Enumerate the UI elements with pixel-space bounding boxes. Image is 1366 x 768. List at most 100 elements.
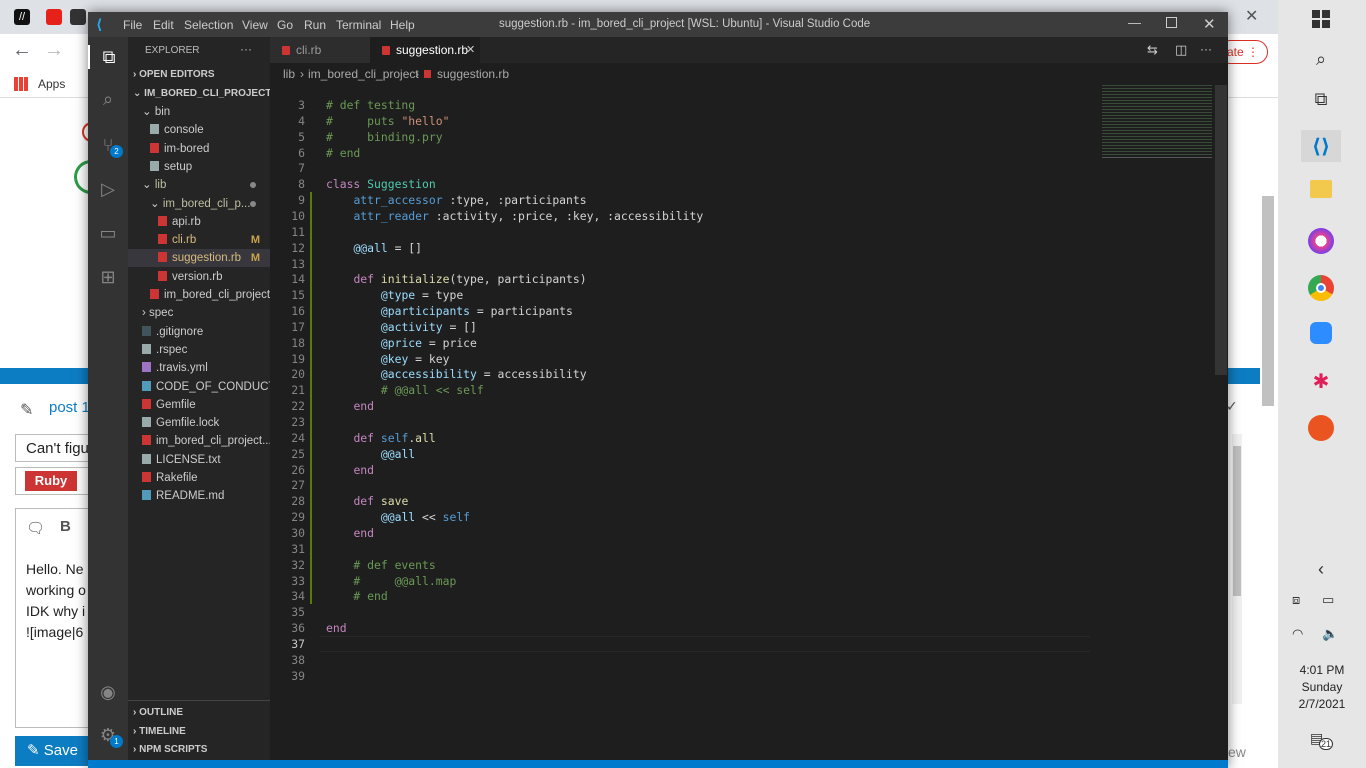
clock[interactable]: 4:01 PM Sunday 2/7/2021: [1278, 662, 1366, 713]
tree-item[interactable]: .gitignore: [128, 323, 270, 341]
chevron-left-icon[interactable]: ‹: [1308, 556, 1334, 582]
code-line[interactable]: @price = price: [326, 335, 477, 351]
tree-item[interactable]: .rspec: [128, 341, 270, 359]
chrome-icon[interactable]: [1308, 275, 1334, 301]
tree-item[interactable]: im_bored_cli_project...: [128, 286, 270, 304]
bookmark-apps[interactable]: Apps: [38, 77, 65, 91]
ruby-tag[interactable]: Ruby: [25, 471, 77, 491]
tab-favicon-3[interactable]: [70, 9, 86, 25]
code-line[interactable]: # @@all.map: [326, 573, 456, 589]
close-icon[interactable]: ✕: [1203, 15, 1216, 33]
ubuntu-icon[interactable]: [1308, 415, 1334, 441]
tree-item[interactable]: suggestion.rb M: [128, 249, 270, 268]
outline-section[interactable]: › OUTLINE: [133, 704, 183, 722]
extensions-icon[interactable]: ⊞: [96, 265, 120, 289]
code-line[interactable]: end: [326, 620, 347, 636]
tab-favicon-1[interactable]: //: [14, 9, 30, 25]
code-line[interactable]: end: [326, 398, 374, 414]
windows-start-icon[interactable]: [1308, 6, 1334, 32]
code-line[interactable]: # end: [326, 145, 360, 161]
code-line[interactable]: @@all = []: [326, 240, 422, 256]
remote-explorer-icon[interactable]: ▭: [96, 221, 120, 245]
window-close-icon[interactable]: ✕: [1245, 6, 1258, 26]
tab-close-icon[interactable]: ✕: [466, 37, 475, 63]
open-editors-section[interactable]: › OPEN EDITORS: [133, 66, 215, 84]
composer-body[interactable]: 🗨 B Hello. Ne working o IDK why i ![imag…: [15, 508, 90, 728]
tree-item[interactable]: im-bored: [128, 140, 270, 158]
volume-icon[interactable]: 🔈: [1322, 626, 1338, 642]
tree-item[interactable]: cli.rb M: [128, 231, 270, 249]
save-button[interactable]: ✎ Save: [15, 736, 90, 766]
code-line[interactable]: # puts "hello": [326, 113, 449, 129]
vscode-taskbar-icon[interactable]: ⟨⟩: [1301, 130, 1341, 162]
bold-icon[interactable]: B: [60, 518, 71, 535]
menu-run[interactable]: Run: [304, 18, 326, 32]
crumb-project[interactable]: im_bored_cli_project: [308, 63, 419, 85]
tab-suggestion-rb[interactable]: suggestion.rb ✕: [370, 37, 480, 63]
editor-scrollbar[interactable]: [1215, 85, 1227, 375]
forward-icon[interactable]: →: [44, 39, 64, 62]
tree-item[interactable]: ⌄ bin: [128, 103, 270, 121]
code-line[interactable]: attr_accessor :type, :participants: [326, 192, 586, 208]
tree-item[interactable]: im_bored_cli_project....: [128, 432, 270, 450]
code-line[interactable]: @participants = participants: [326, 303, 573, 319]
menu-view[interactable]: View: [242, 18, 268, 32]
zoom-icon[interactable]: [1310, 322, 1332, 344]
menu-help[interactable]: Help: [390, 18, 415, 32]
menu-file[interactable]: File: [123, 18, 142, 32]
settings-gear-icon[interactable]: ⚙ 1: [96, 723, 123, 748]
code-line[interactable]: end: [326, 462, 374, 478]
code-line[interactable]: def self.all: [326, 430, 435, 446]
source-control-icon[interactable]: ⑂ 2: [96, 133, 123, 158]
paint-app-icon[interactable]: [1308, 228, 1334, 254]
tab-cli-rb[interactable]: cli.rb: [270, 37, 370, 63]
tree-item[interactable]: Rakefile: [128, 469, 270, 487]
tree-item[interactable]: LICENSE.txt: [128, 451, 270, 469]
code-line[interactable]: @type = type: [326, 287, 463, 303]
explorer-icon[interactable]: ⧉: [88, 45, 128, 69]
project-root[interactable]: ⌄ IM_BORED_CLI_PROJECT [...: [133, 85, 270, 103]
code-line[interactable]: # def events: [326, 557, 435, 573]
tree-item[interactable]: CODE_OF_CONDUCT....: [128, 378, 270, 396]
code-line[interactable]: @accessibility = accessibility: [326, 366, 587, 382]
composer-scrollbar[interactable]: [1232, 434, 1242, 704]
battery-icon[interactable]: ▭: [1322, 592, 1334, 608]
slack-icon[interactable]: ✱: [1308, 368, 1334, 394]
tree-item[interactable]: console: [128, 121, 270, 139]
code-line[interactable]: # end: [326, 588, 387, 604]
tree-item[interactable]: › spec: [128, 304, 270, 322]
code-line[interactable]: # @@all << self: [326, 382, 484, 398]
tree-item[interactable]: api.rb: [128, 213, 270, 231]
back-icon[interactable]: ←: [12, 39, 32, 62]
explorer-more-icon[interactable]: ···: [240, 42, 252, 56]
menu-edit[interactable]: Edit: [153, 18, 174, 32]
more-actions-icon[interactable]: ···: [1200, 42, 1212, 56]
split-editor-icon[interactable]: ◫: [1175, 42, 1187, 58]
npm-scripts-section[interactable]: › NPM SCRIPTS: [133, 741, 207, 759]
meet-now-icon[interactable]: ⧈: [1292, 592, 1300, 608]
code-line[interactable]: @@all: [326, 446, 415, 462]
tree-item[interactable]: setup: [128, 158, 270, 176]
open-changes-icon[interactable]: ⇆: [1147, 42, 1158, 58]
tree-item[interactable]: version.rb: [128, 268, 270, 286]
code-line[interactable]: @@all << self: [326, 509, 470, 525]
tree-item[interactable]: Gemfile.lock: [128, 414, 270, 432]
code-line[interactable]: # def testing: [326, 97, 415, 113]
post-link[interactable]: post 1: [49, 399, 90, 416]
code-editor[interactable]: 3 # def testing 4 # puts "hello" 5 # binding.…: [270, 89, 1228, 689]
crumb-file[interactable]: suggestion.rb: [437, 63, 509, 85]
page-scrollbar[interactable]: [1262, 196, 1274, 406]
menu-go[interactable]: Go: [277, 18, 293, 32]
crumb-lib[interactable]: lib: [283, 63, 295, 85]
youtube-tab-icon[interactable]: [46, 9, 62, 25]
code-line[interactable]: @activity = []: [326, 319, 477, 335]
account-icon[interactable]: ◉: [96, 680, 120, 704]
maximize-icon[interactable]: [1166, 17, 1177, 28]
file-explorer-icon[interactable]: [1310, 180, 1332, 198]
run-debug-icon[interactable]: ▷: [96, 177, 120, 201]
code-line[interactable]: def save: [326, 493, 408, 509]
task-view-icon[interactable]: ⧉: [1308, 86, 1334, 112]
tag-field[interactable]: Ruby: [15, 467, 90, 495]
notification-icon[interactable]: ▤ 21: [1310, 730, 1334, 752]
code-line[interactable]: # binding.pry: [326, 129, 443, 145]
